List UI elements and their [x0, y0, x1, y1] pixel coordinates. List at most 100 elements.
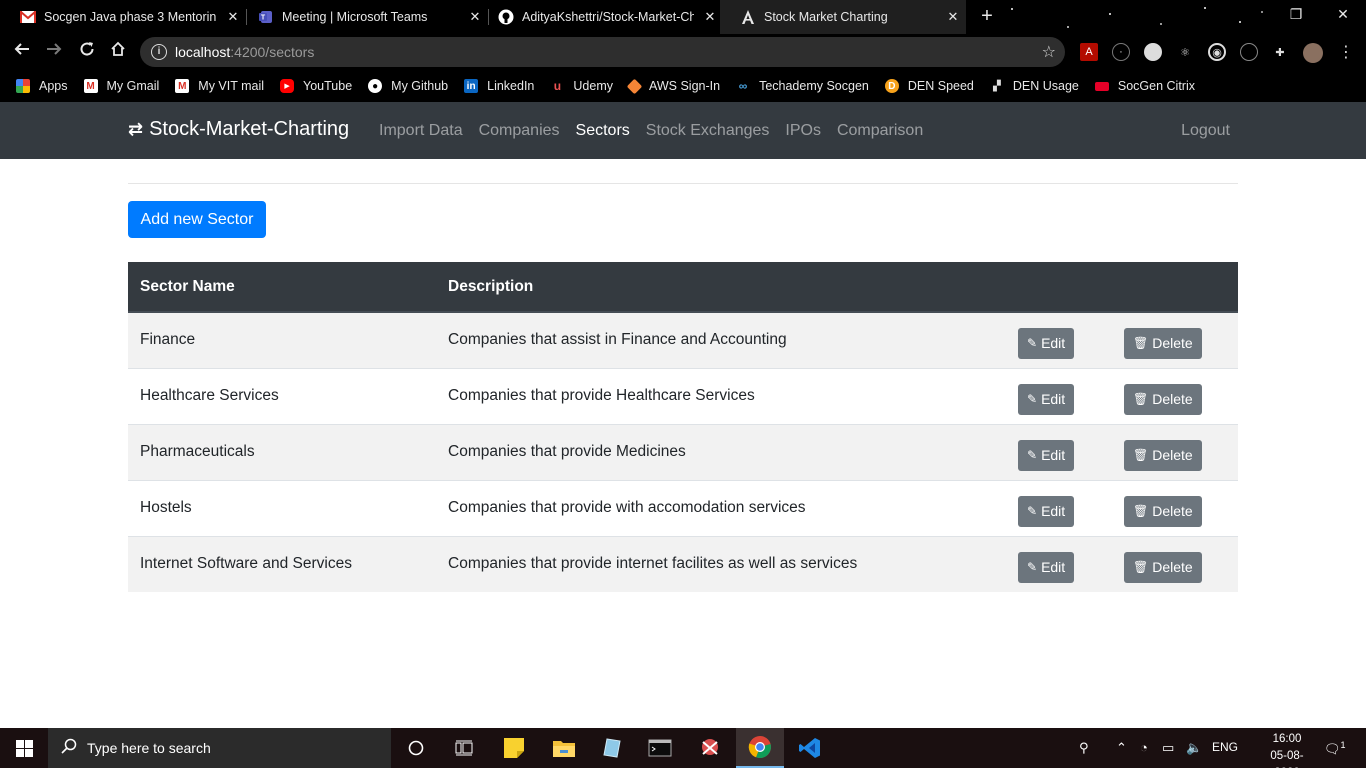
- github-icon: ●: [368, 79, 383, 93]
- puzzle-extensions-icon[interactable]: ✚: [1271, 43, 1289, 61]
- svg-text:T: T: [261, 15, 266, 22]
- edit-button[interactable]: ✎ Edit: [1018, 327, 1075, 359]
- nav-companies[interactable]: Companies: [479, 122, 560, 140]
- bookmark-apps[interactable]: Apps: [16, 79, 68, 93]
- target-extension-icon[interactable]: ◉: [1208, 43, 1226, 61]
- task-view-icon[interactable]: [440, 728, 488, 768]
- sticky-notes-icon[interactable]: [490, 728, 538, 768]
- nav-import-data[interactable]: Import Data: [379, 122, 463, 140]
- clock[interactable]: 16:00 05-08-2020: [1262, 731, 1312, 768]
- browser-tab-github[interactable]: AdityaKshettri/Stock-Market-Cha ✕: [478, 0, 723, 34]
- site-info-icon[interactable]: i: [151, 44, 167, 60]
- notification-count: 1: [1340, 740, 1346, 750]
- citrix-icon: [1094, 81, 1109, 91]
- sector-description: Companies that assist in Finance and Acc…: [436, 312, 1006, 369]
- nav-stock-exchanges[interactable]: Stock Exchanges: [646, 122, 770, 140]
- pencil-icon: ✎: [1027, 504, 1038, 518]
- file-explorer-icon[interactable]: [540, 728, 588, 768]
- edit-button[interactable]: ✎ Edit: [1018, 551, 1075, 583]
- apps-grid-icon: [16, 79, 30, 93]
- close-tab-icon[interactable]: ✕: [703, 10, 717, 24]
- bookmark-vit-mail[interactable]: M My VIT mail: [175, 79, 264, 93]
- nav-sectors[interactable]: Sectors: [576, 122, 630, 140]
- menu-kebab-icon[interactable]: ⋮: [1337, 43, 1355, 61]
- add-sector-button[interactable]: Add new Sector: [128, 201, 266, 238]
- edit-button[interactable]: ✎ Edit: [1018, 439, 1075, 471]
- reload-icon[interactable]: [76, 41, 98, 63]
- browser-tab-stock-market[interactable]: Stock Market Charting ✕: [720, 0, 966, 34]
- bookmark-citrix[interactable]: SocGen Citrix: [1094, 79, 1195, 93]
- delete-button[interactable]: 🗑 Delete: [1124, 327, 1202, 359]
- people-icon[interactable]: ⚲: [1079, 740, 1089, 756]
- bookmark-my-gmail[interactable]: M My Gmail: [83, 79, 159, 93]
- header-description: Description: [436, 262, 1006, 313]
- edit-button[interactable]: ✎ Edit: [1018, 383, 1075, 415]
- extension-icon[interactable]: [1144, 43, 1162, 61]
- header-sector-name: Sector Name: [128, 262, 436, 313]
- table-header-row: Sector Name Description: [128, 262, 1238, 313]
- nav-comparison[interactable]: Comparison: [837, 122, 923, 140]
- edit-button[interactable]: ✎ Edit: [1018, 495, 1075, 527]
- sector-description: Companies that provide Medicines: [436, 424, 1006, 481]
- pencil-icon: ✎: [1027, 336, 1038, 351]
- extension-icon[interactable]: ·: [1112, 43, 1130, 61]
- volume-icon[interactable]: 🔈: [1186, 740, 1202, 756]
- trash-icon: 🗑: [1133, 560, 1149, 575]
- extension-icon[interactable]: [1240, 43, 1258, 61]
- new-tab-button[interactable]: +: [977, 6, 997, 26]
- delete-button[interactable]: 🗑 Delete: [1124, 439, 1202, 471]
- snipping-tool-icon[interactable]: [686, 728, 734, 768]
- browser-toolbar: i localhost:4200/sectors ☆ A · ⚛ ◉ ✚ ⋮: [0, 34, 1366, 70]
- table-row: Healthcare Services Companies that provi…: [128, 368, 1238, 425]
- terminal-icon[interactable]: [636, 728, 684, 768]
- restore-window-icon[interactable]: ❐: [1286, 6, 1306, 23]
- bookmark-den-usage[interactable]: ▞ DEN Usage: [990, 79, 1079, 93]
- cortana-icon[interactable]: [392, 728, 440, 768]
- angular-icon: [740, 9, 756, 25]
- header-edit: [1006, 262, 1112, 313]
- chevron-up-icon[interactable]: ⌃: [1116, 740, 1127, 756]
- delete-button[interactable]: 🗑 Delete: [1124, 495, 1202, 527]
- notification-icon[interactable]: 🗨1: [1324, 740, 1346, 757]
- delete-button[interactable]: 🗑 Delete: [1124, 551, 1202, 583]
- browser-tab-teams[interactable]: T Meeting | Microsoft Teams ✕: [238, 0, 488, 34]
- pdf-extension-icon[interactable]: A: [1080, 43, 1098, 61]
- windows-start-icon[interactable]: [0, 728, 48, 768]
- bookmark-udemy[interactable]: u Udemy: [550, 79, 613, 93]
- bookmark-techademy[interactable]: ∞ Techademy Socgen: [736, 79, 869, 93]
- battery-icon[interactable]: ▭: [1162, 740, 1174, 756]
- close-window-icon[interactable]: ✕: [1333, 6, 1353, 23]
- logout-link[interactable]: Logout: [1181, 122, 1230, 140]
- linkedin-icon: in: [464, 79, 479, 93]
- pencil-icon: ✎: [1027, 560, 1038, 575]
- chrome-icon[interactable]: [736, 728, 784, 768]
- bookmark-linkedin[interactable]: in LinkedIn: [464, 79, 534, 93]
- pencil-icon: ✎: [1027, 448, 1038, 462]
- bookmark-github[interactable]: ● My Github: [368, 79, 448, 93]
- nav-ipos[interactable]: IPOs: [785, 122, 821, 140]
- brand-link[interactable]: ⇄ Stock-Market-Charting: [128, 118, 349, 141]
- close-tab-icon[interactable]: ✕: [946, 10, 960, 24]
- taskbar-search-box[interactable]: Type here to search: [48, 728, 391, 768]
- profile-avatar[interactable]: [1303, 43, 1323, 63]
- react-devtools-icon[interactable]: ⚛: [1176, 43, 1194, 61]
- bookmark-youtube[interactable]: ▶ YouTube: [280, 79, 352, 93]
- bookmark-aws[interactable]: AWS Sign-In: [626, 78, 720, 94]
- den-icon: ▞: [993, 80, 1001, 92]
- app-navbar: ⇄ Stock-Market-Charting Import Data Comp…: [0, 102, 1366, 159]
- search-icon: [61, 738, 77, 759]
- language-indicator[interactable]: ENG: [1212, 740, 1238, 754]
- wifi-icon[interactable]: ◔: [1140, 740, 1148, 755]
- trash-icon: 🗑: [1133, 392, 1149, 406]
- back-arrow-icon[interactable]: [11, 41, 33, 63]
- app-icon[interactable]: [588, 728, 636, 768]
- address-bar[interactable]: i localhost:4200/sectors ☆: [140, 37, 1065, 67]
- vscode-icon[interactable]: [786, 728, 834, 768]
- delete-button[interactable]: 🗑 Delete: [1124, 383, 1202, 415]
- browser-tab-gmail[interactable]: Socgen Java phase 3 Mentoring ✕: [0, 0, 246, 34]
- forward-arrow-icon[interactable]: [43, 41, 65, 63]
- bookmark-star-icon[interactable]: ☆: [1042, 42, 1056, 62]
- bookmark-den-speed[interactable]: D DEN Speed: [884, 79, 974, 93]
- divider: [128, 183, 1238, 184]
- home-icon[interactable]: [107, 41, 129, 63]
